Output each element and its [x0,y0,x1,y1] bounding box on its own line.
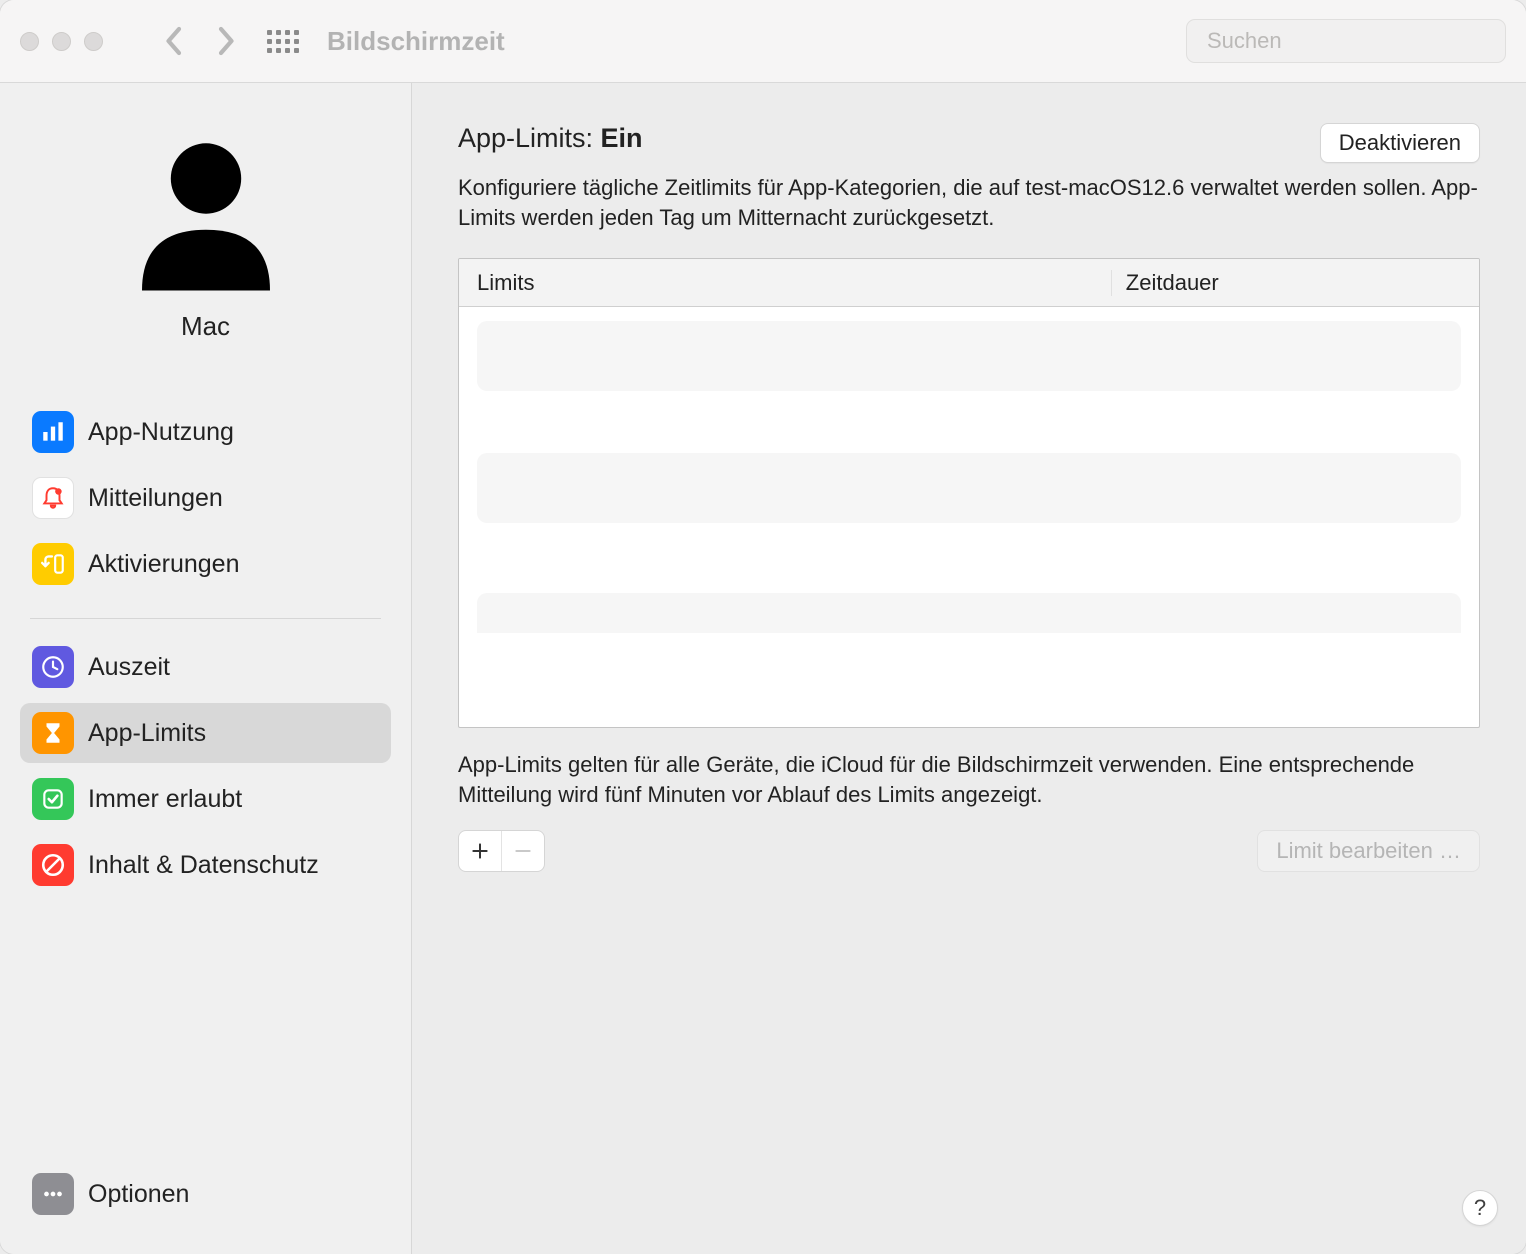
show-all-prefs-button[interactable] [267,29,299,53]
table-body[interactable] [459,307,1479,727]
sidebar-item-label: Immer erlaubt [88,785,242,814]
clock-icon [32,646,74,688]
sidebar-divider [30,618,381,619]
chevron-left-icon [164,26,182,56]
page-title-state: Ein [601,123,643,153]
edit-limit-button: Limit bearbeiten … [1257,830,1480,872]
sidebar-group-1: App-Nutzung Mitteilungen Aktivierungen [0,402,411,600]
profile-name: Mac [181,311,230,342]
minus-icon [513,841,533,861]
page-title: App-Limits: Ein [458,123,643,154]
remove-limit-button [502,831,544,871]
sidebar-item-pickups[interactable]: Aktivierungen [20,534,391,594]
titlebar: Bildschirmzeit [0,0,1526,83]
ellipsis-icon [32,1173,74,1215]
limits-table: Limits Zeitdauer [458,258,1480,728]
window: Bildschirmzeit Mac [0,0,1526,1254]
table-row [477,453,1461,523]
controls-row: Limit bearbeiten … [458,830,1480,872]
sidebar: Mac App-Nutzung Mitteilungen [0,83,412,1254]
minimize-window-button[interactable] [52,32,71,51]
no-entry-icon [32,844,74,886]
sidebar-item-label: Inhalt & Datenschutz [88,851,319,880]
back-button[interactable] [161,29,185,53]
usage-icon [32,411,74,453]
description-text: Konfiguriere tägliche Zeitlimits für App… [458,173,1480,232]
add-remove-control [458,830,545,872]
sidebar-item-content[interactable]: Inhalt & Datenschutz [20,835,391,895]
sidebar-item-usage[interactable]: App-Nutzung [20,402,391,462]
page-title-prefix: App-Limits: [458,123,601,153]
chevron-right-icon [218,26,236,56]
col-header-duration[interactable]: Zeitdauer [1112,270,1479,296]
plus-icon [470,841,490,861]
traffic-lights [20,32,103,51]
person-icon [126,128,286,293]
avatar [126,128,286,293]
sidebar-item-applimits[interactable]: App-Limits [20,703,391,763]
body: Mac App-Nutzung Mitteilungen [0,83,1526,1254]
sidebar-item-always[interactable]: Immer erlaubt [20,769,391,829]
pickups-icon [32,543,74,585]
sidebar-item-label: App-Nutzung [88,418,234,447]
sidebar-item-label: Mitteilungen [88,484,223,513]
close-window-button[interactable] [20,32,39,51]
sidebar-group-2: Auszeit App-Limits Immer erlaubt [0,637,411,901]
header-row: App-Limits: Ein Deaktivieren [458,123,1480,163]
zoom-window-button[interactable] [84,32,103,51]
main-pane: App-Limits: Ein Deaktivieren Konfigurier… [412,83,1526,1254]
sidebar-item-label: App-Limits [88,719,206,748]
sidebar-item-options[interactable]: Optionen [20,1164,391,1224]
sidebar-bottom: Optionen [0,1164,411,1254]
footer-note: App-Limits gelten für alle Geräte, die i… [458,750,1480,809]
sidebar-item-label: Optionen [88,1180,189,1209]
window-title: Bildschirmzeit [327,26,505,57]
forward-button[interactable] [215,29,239,53]
profile: Mac [0,128,411,342]
search-input[interactable] [1207,28,1495,54]
check-shield-icon [32,778,74,820]
sidebar-item-downtime[interactable]: Auszeit [20,637,391,697]
deactivate-button[interactable]: Deaktivieren [1320,123,1480,163]
bell-icon [32,477,74,519]
table-header: Limits Zeitdauer [459,259,1479,307]
help-button[interactable]: ? [1462,1190,1498,1226]
search-field[interactable] [1186,19,1506,63]
table-row [477,321,1461,391]
table-row [477,593,1461,633]
sidebar-item-label: Aktivierungen [88,550,239,579]
add-limit-button[interactable] [459,831,501,871]
nav-arrows [161,29,239,53]
sidebar-item-notifications[interactable]: Mitteilungen [20,468,391,528]
sidebar-item-label: Auszeit [88,653,170,682]
col-header-limits[interactable]: Limits [459,270,1112,296]
hourglass-icon [32,712,74,754]
